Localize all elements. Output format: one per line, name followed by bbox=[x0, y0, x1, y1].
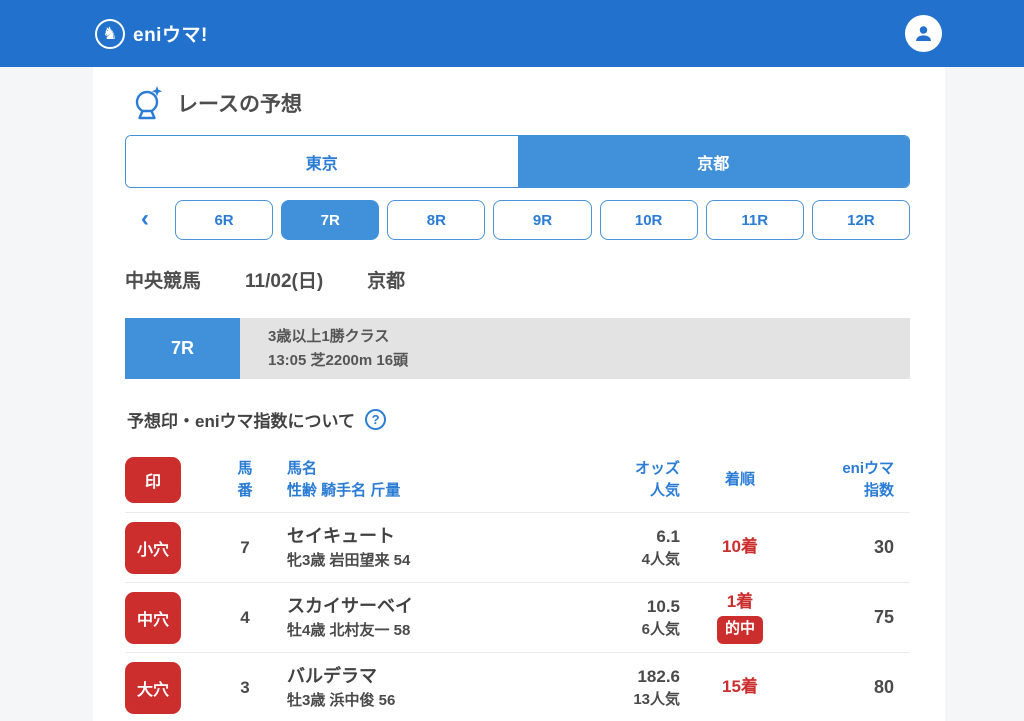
result-rank: 10着 bbox=[722, 537, 758, 557]
index-value: 30 bbox=[873, 537, 894, 557]
horse-name-cell: バルデラマ 牡3歳 浜中俊 56 bbox=[287, 663, 500, 713]
race-meta-row: 中央競馬 11/02(日) 京都 bbox=[125, 266, 910, 293]
horse-number: 4 bbox=[240, 607, 250, 627]
race-button-10r[interactable]: 10R bbox=[599, 200, 698, 240]
index-value: 80 bbox=[873, 677, 894, 697]
race-button-9r[interactable]: 9R bbox=[493, 200, 592, 240]
page-heading: レースの予想 bbox=[125, 85, 910, 121]
popularity: 13人気 bbox=[633, 691, 680, 708]
header-result: 着順 bbox=[724, 470, 755, 488]
header-mark: 印 bbox=[125, 457, 203, 503]
result-rank: 15着 bbox=[722, 677, 758, 697]
race-number-nav: ‹ 6R 7R 8R 9R 10R 11R 12R bbox=[125, 200, 910, 240]
horse-detail: 牝3歳 岩田望来 54 bbox=[287, 551, 411, 569]
odds-cell: 182.6 13人気 bbox=[500, 664, 680, 712]
race-info-box: 7R 3歳以上1勝クラス 13:05 芝2200m 16頭 bbox=[125, 318, 910, 379]
popularity: 4人気 bbox=[641, 551, 680, 568]
horse-number: 3 bbox=[240, 677, 250, 697]
horse-name-cell: スカイサーベイ 牡4歳 北村友一 58 bbox=[287, 593, 500, 643]
header-odds: オッズ 人気 bbox=[634, 459, 680, 500]
app-bar: ♞ eniウマ! bbox=[0, 0, 1024, 67]
horse-detail: 牡4歳 北村友一 58 bbox=[287, 621, 411, 639]
header-index: eniウマ 指数 bbox=[842, 459, 894, 500]
horse-number: 7 bbox=[240, 537, 250, 557]
odds-cell: 6.1 4人気 bbox=[500, 524, 680, 572]
race-info-number: 7R bbox=[125, 318, 240, 379]
main-content: レースの予想 東京 京都 ‹ 6R 7R 8R 9R 10R 11R 12R 中… bbox=[93, 67, 945, 721]
horse-detail: 牡3歳 浜中俊 56 bbox=[287, 691, 396, 709]
race-button-list: 6R 7R 8R 9R 10R 11R 12R bbox=[175, 200, 910, 240]
race-info-body: 3歳以上1勝クラス 13:05 芝2200m 16頭 bbox=[240, 318, 910, 379]
hit-badge: 的中 bbox=[716, 616, 763, 644]
prediction-table: 印 馬 番 馬名 性齢 騎手名 斤量 オッズ 人気 着順 eniウマ 指数 小穴 bbox=[125, 448, 910, 721]
mark-header-badge: 印 bbox=[125, 457, 181, 503]
venue-tab-tokyo[interactable]: 東京 bbox=[126, 136, 518, 187]
app-logo-text: eniウマ! bbox=[133, 25, 208, 46]
odds-cell: 10.5 6人気 bbox=[500, 594, 680, 642]
odds-value: 182.6 bbox=[637, 666, 680, 686]
horse-name: セイキュート bbox=[287, 525, 395, 546]
result-cell: 1着 的中 bbox=[680, 591, 800, 644]
race-class: 3歳以上1勝クラス bbox=[268, 328, 390, 346]
odds-value: 6.1 bbox=[656, 526, 680, 546]
table-row: 小穴 7 セイキュート 牝3歳 岩田望来 54 6.1 4人気 10着 30 bbox=[125, 512, 910, 582]
horse-name: スカイサーベイ bbox=[287, 595, 413, 616]
crystal-ball-icon bbox=[135, 86, 163, 120]
header-horse-name: 馬名 性齢 騎手名 斤量 bbox=[287, 459, 401, 500]
about-label: 予想印・eniウマ指数について bbox=[127, 412, 356, 431]
user-avatar-button[interactable] bbox=[905, 15, 942, 52]
race-venue: 京都 bbox=[367, 271, 406, 292]
race-button-7r[interactable]: 7R bbox=[281, 200, 380, 240]
chevron-left-icon[interactable]: ‹ bbox=[125, 206, 165, 234]
user-icon bbox=[916, 26, 931, 41]
mark-badge: 大穴 bbox=[125, 661, 181, 714]
popularity: 6人気 bbox=[641, 621, 680, 638]
horse-name: バルデラマ bbox=[287, 665, 377, 686]
mark-badge: 中穴 bbox=[125, 591, 181, 644]
odds-value: 10.5 bbox=[646, 596, 680, 616]
app-logo[interactable]: ♞ eniウマ! bbox=[95, 18, 208, 49]
race-button-6r[interactable]: 6R bbox=[175, 200, 274, 240]
venue-tab-group: 東京 京都 bbox=[125, 135, 910, 188]
race-button-8r[interactable]: 8R bbox=[387, 200, 486, 240]
horse-name-cell: セイキュート 牝3歳 岩田望来 54 bbox=[287, 523, 500, 573]
race-button-11r[interactable]: 11R bbox=[705, 200, 804, 240]
table-row: 中穴 4 スカイサーベイ 牡4歳 北村友一 58 10.5 6人気 1着 的中 … bbox=[125, 582, 910, 652]
help-icon[interactable]: ? bbox=[365, 409, 387, 430]
result-cell: 15着 bbox=[680, 676, 800, 699]
result-rank: 1着 bbox=[726, 592, 754, 612]
page-title: レースの予想 bbox=[177, 93, 302, 116]
race-date: 11/02(日) bbox=[245, 271, 324, 292]
race-organization: 中央競馬 bbox=[125, 271, 202, 292]
mark-badge: 小穴 bbox=[125, 521, 181, 574]
about-row: 予想印・eniウマ指数について ? bbox=[125, 407, 910, 432]
race-button-12r[interactable]: 12R bbox=[811, 200, 910, 240]
index-value: 75 bbox=[873, 607, 894, 627]
header-horse-number: 馬 番 bbox=[237, 459, 253, 500]
venue-tab-kyoto[interactable]: 京都 bbox=[517, 136, 909, 187]
table-row: 大穴 3 バルデラマ 牡3歳 浜中俊 56 182.6 13人気 15着 80 bbox=[125, 652, 910, 721]
horse-logo-icon: ♞ bbox=[95, 18, 125, 49]
result-cell: 10着 bbox=[680, 536, 800, 559]
race-detail: 13:05 芝2200m 16頭 bbox=[268, 351, 409, 369]
table-header-row: 印 馬 番 馬名 性齢 騎手名 斤量 オッズ 人気 着順 eniウマ 指数 bbox=[125, 448, 910, 512]
